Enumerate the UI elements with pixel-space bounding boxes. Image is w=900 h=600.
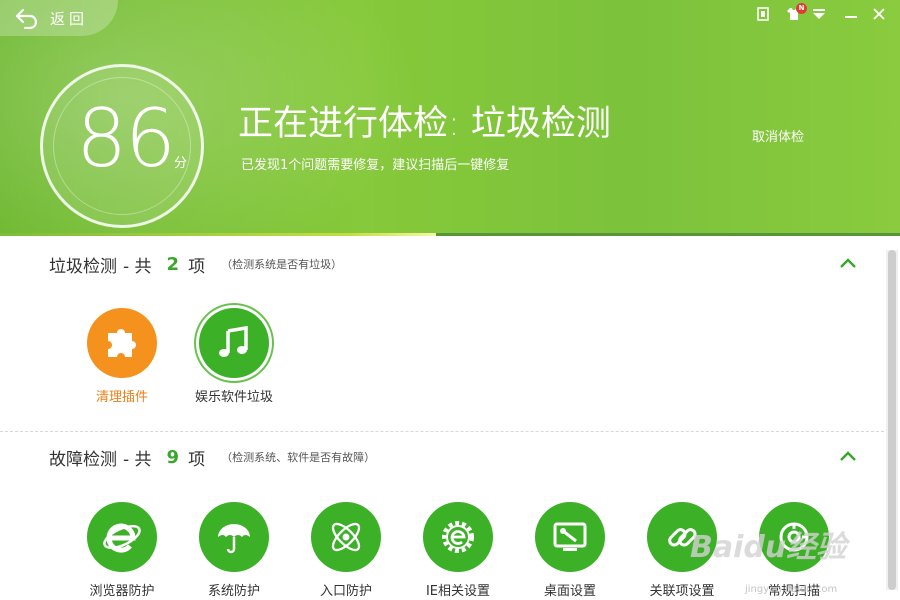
close-button[interactable] — [868, 4, 890, 24]
item-browser-protection[interactable]: 浏览器防护 — [66, 502, 178, 599]
section-title: 故障检测 — [49, 449, 117, 470]
section-count-prefix: - 共 — [123, 449, 152, 470]
score-unit: 分 — [174, 156, 188, 171]
scan-progress-fill — [0, 233, 436, 236]
monitor-wrench-icon — [553, 522, 587, 551]
section-count-suffix: 项 — [188, 449, 206, 470]
score-circle: 86 分 — [40, 64, 204, 228]
item-system-protection[interactable]: 系统防护 — [178, 502, 290, 599]
item-label: 入口防护 — [319, 584, 372, 599]
item-icon-circle — [199, 502, 269, 572]
scan-header: 返回 N 86 分 正在进行体检: 垃圾检测 已发现1个问题需要修复，建议扫描后… — [0, 0, 900, 236]
item-label: 娱乐软件垃圾 — [194, 390, 273, 405]
new-badge: N — [796, 3, 807, 14]
section-count-suffix: 项 — [188, 256, 206, 277]
item-label: IE相关设置 — [425, 584, 491, 599]
item-icon-circle — [535, 502, 605, 572]
item-clean-plugins[interactable]: 清理插件 — [66, 308, 178, 405]
puzzle-icon — [108, 329, 136, 357]
music-note-icon — [219, 325, 248, 357]
gear-e-icon — [442, 521, 474, 553]
item-label: 桌面设置 — [543, 584, 596, 599]
item-entertainment-junk[interactable]: 娱乐软件垃圾 — [178, 308, 290, 405]
item-label: 清理插件 — [95, 390, 148, 405]
item-icon-circle — [199, 308, 269, 378]
item-desktop-settings[interactable]: 桌面设置 — [514, 502, 626, 599]
atom-icon — [331, 522, 361, 552]
menu-dropdown-button[interactable] — [808, 4, 830, 24]
item-entry-protection[interactable]: 入口防护 — [290, 502, 402, 599]
score-value: 86 — [76, 92, 176, 185]
ie-icon — [103, 523, 141, 553]
item-label: 系统防护 — [207, 584, 260, 599]
section-header-junk: 垃圾检测 - 共 2 项 （检测系统是否有垃圾） — [49, 249, 342, 279]
section-title: 垃圾检测 — [49, 256, 117, 277]
item-icon-circle — [87, 308, 157, 378]
section-hint: （检测系统、软件是否有故障） — [221, 451, 376, 464]
section-count-prefix: - 共 — [123, 256, 152, 277]
back-arrow-icon — [15, 8, 38, 29]
close-icon — [873, 8, 885, 20]
section-divider — [0, 431, 884, 432]
scan-title: 正在进行体检: 垃圾检测 — [238, 104, 611, 144]
back-label: 返回 — [50, 9, 89, 28]
item-icon-circle — [311, 502, 381, 572]
scrollbar-thumb[interactable] — [888, 250, 896, 590]
umbrella-icon — [218, 524, 250, 554]
skin-button[interactable] — [752, 4, 774, 24]
item-icon-circle — [423, 502, 493, 572]
watermark-url: jingyan.baidu.com — [745, 584, 838, 595]
back-button[interactable]: 返回 — [14, 6, 88, 30]
item-ie-settings[interactable]: IE相关设置 — [402, 502, 514, 599]
minimize-icon — [845, 16, 857, 18]
item-icon-circle — [87, 502, 157, 572]
item-label: 关联项设置 — [649, 584, 715, 599]
item-label: 浏览器防护 — [89, 584, 155, 599]
collapse-chevron-up-icon[interactable] — [838, 254, 858, 274]
collapse-chevron-up-icon[interactable] — [838, 447, 858, 467]
scan-subtitle: 已发现1个问题需要修复，建议扫描后一键修复 — [241, 158, 510, 173]
vertical-scrollbar[interactable] — [886, 250, 898, 590]
scan-progress-bar — [0, 233, 900, 236]
watermark-logo: Baidu经验 — [690, 530, 847, 565]
skin-icon — [757, 7, 769, 21]
menu-arrow-icon — [813, 9, 825, 19]
section-count: 9 — [166, 446, 180, 468]
shirt-button[interactable]: N — [783, 3, 807, 24]
section-header-fault: 故障检测 - 共 9 项 （检测系统、软件是否有故障） — [49, 442, 375, 472]
section-hint: （检测系统是否有垃圾） — [221, 258, 343, 271]
cancel-scan-button[interactable]: 取消体检 — [752, 126, 804, 145]
minimize-button[interactable] — [840, 4, 862, 24]
section-count: 2 — [166, 253, 180, 275]
